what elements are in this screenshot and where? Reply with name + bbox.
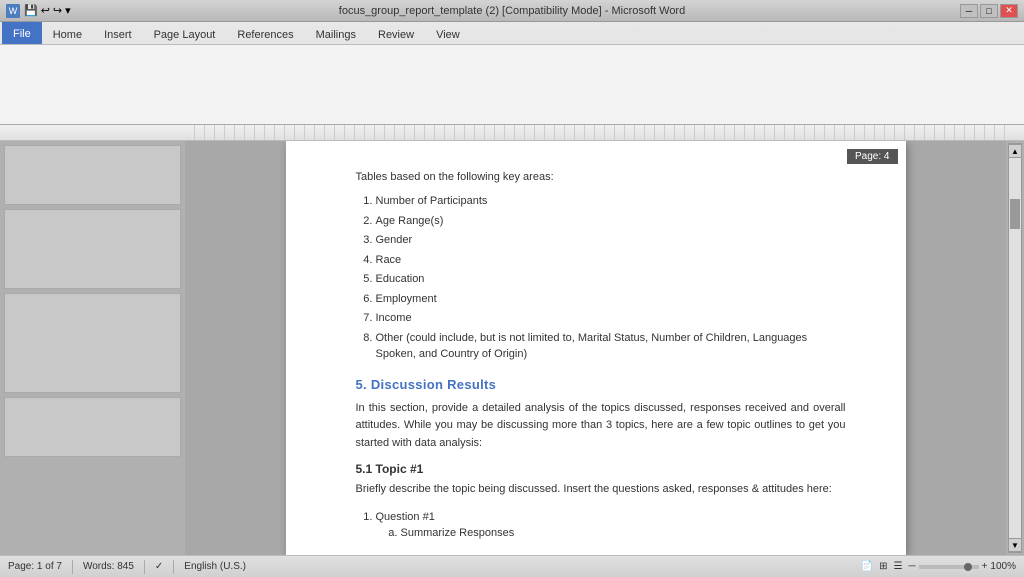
intro-text: Tables based on the following key areas: <box>356 171 846 183</box>
zoom-slider[interactable] <box>919 565 979 569</box>
list-item: Number of Participants <box>376 193 846 210</box>
undo-icon[interactable]: ↩ <box>41 4 50 17</box>
ribbon-tabs: File Home Insert Page Layout References … <box>0 22 1024 44</box>
word-count: Words: 845 <box>83 561 134 572</box>
window-title: focus_group_report_template (2) [Compati… <box>339 5 685 17</box>
question-item: Question #1 Summarize Responses <box>376 509 846 542</box>
scroll-down-button[interactable]: ▼ <box>1008 538 1022 552</box>
questions-list: Question #1 Summarize Responses <box>376 509 846 542</box>
document-page: Page: 4 Tables based on the following ke… <box>286 141 906 555</box>
status-left: Page: 1 of 7 Words: 845 ✓ English (U.S.) <box>8 560 246 574</box>
title-bar-left: W 💾 ↩ ↪ ▾ <box>6 4 71 18</box>
list-item: Race <box>376 252 846 269</box>
zoom-out-button[interactable]: ─ <box>908 561 915 572</box>
ruler-inner <box>185 125 1014 140</box>
document-container: Page: 4 Tables based on the following ke… <box>185 141 1006 555</box>
key-areas-list: Number of Participants Age Range(s) Gend… <box>376 193 846 363</box>
tab-page-layout[interactable]: Page Layout <box>143 24 227 44</box>
close-button[interactable]: ✕ <box>1000 4 1018 18</box>
page-count: Page: 1 of 7 <box>8 561 62 572</box>
divider <box>144 560 145 574</box>
page-number-badge: Page: 4 <box>847 149 897 164</box>
list-item: Gender <box>376 232 846 249</box>
ribbon-content <box>0 44 1024 124</box>
restore-button[interactable]: □ <box>980 4 998 18</box>
section5-heading: 5. Discussion Results <box>356 377 846 392</box>
section51-heading: 5.1 Topic #1 <box>356 462 846 476</box>
right-sidebar: ▲ ▼ <box>1006 141 1024 555</box>
list-item: Age Range(s) <box>376 213 846 230</box>
sidebar-block-4 <box>4 397 181 457</box>
tab-view[interactable]: View <box>425 24 471 44</box>
sidebar-block-2 <box>4 209 181 289</box>
left-sidebar <box>0 141 185 555</box>
section5-body: In this section, provide a detailed anal… <box>356 400 846 453</box>
list-item-employment: Employment <box>376 291 846 308</box>
customize-icon[interactable]: ▾ <box>65 4 71 17</box>
sidebar-block-1 <box>4 145 181 205</box>
word-icon: W <box>6 4 20 18</box>
view-print-icon[interactable]: 📄 <box>861 561 873 572</box>
list-item: Income <box>376 310 846 327</box>
section51-body: Briefly describe the topic being discuss… <box>356 481 846 499</box>
sidebar-block-3 <box>4 293 181 393</box>
tab-home[interactable]: Home <box>42 24 93 44</box>
language: English (U.S.) <box>184 561 246 572</box>
zoom-control: ─ + 100% <box>908 561 1016 572</box>
list-item: Education <box>376 271 846 288</box>
main-area: Page: 4 Tables based on the following ke… <box>0 141 1024 555</box>
save-icon[interactable]: 💾 <box>24 4 38 17</box>
tab-mailings[interactable]: Mailings <box>305 24 367 44</box>
scroll-thumb[interactable] <box>1010 199 1020 229</box>
scroll-up-button[interactable]: ▲ <box>1008 144 1022 158</box>
tab-insert[interactable]: Insert <box>93 24 143 44</box>
quick-access-toolbar: 💾 ↩ ↪ ▾ <box>24 4 71 17</box>
tab-file[interactable]: File <box>2 22 42 44</box>
minimize-button[interactable]: ─ <box>960 4 978 18</box>
window-controls: ─ □ ✕ <box>960 4 1018 18</box>
scroll-track[interactable] <box>1009 158 1021 538</box>
view-fullscreen-icon[interactable]: ⊞ <box>879 561 887 572</box>
response-item: Summarize Responses <box>401 525 846 542</box>
view-reading-icon[interactable]: ☰ <box>894 561 903 572</box>
ribbon: File Home Insert Page Layout References … <box>0 22 1024 125</box>
ruler <box>0 125 1024 141</box>
zoom-level: 100% <box>990 561 1016 572</box>
spell-check-icon[interactable]: ✓ <box>155 561 163 572</box>
divider <box>173 560 174 574</box>
tab-references[interactable]: References <box>226 24 304 44</box>
responses-list: Summarize Responses <box>401 525 846 542</box>
vertical-scrollbar: ▲ ▼ <box>1008 143 1022 553</box>
divider <box>72 560 73 574</box>
list-item: Other (could include, but is not limited… <box>376 330 846 363</box>
zoom-thumb <box>964 563 972 571</box>
zoom-in-button[interactable]: + <box>982 561 988 572</box>
status-right: 📄 ⊞ ☰ ─ + 100% <box>861 561 1016 572</box>
title-bar: W 💾 ↩ ↪ ▾ focus_group_report_template (2… <box>0 0 1024 22</box>
tab-review[interactable]: Review <box>367 24 425 44</box>
redo-icon[interactable]: ↪ <box>53 4 62 17</box>
status-bar: Page: 1 of 7 Words: 845 ✓ English (U.S.)… <box>0 555 1024 577</box>
